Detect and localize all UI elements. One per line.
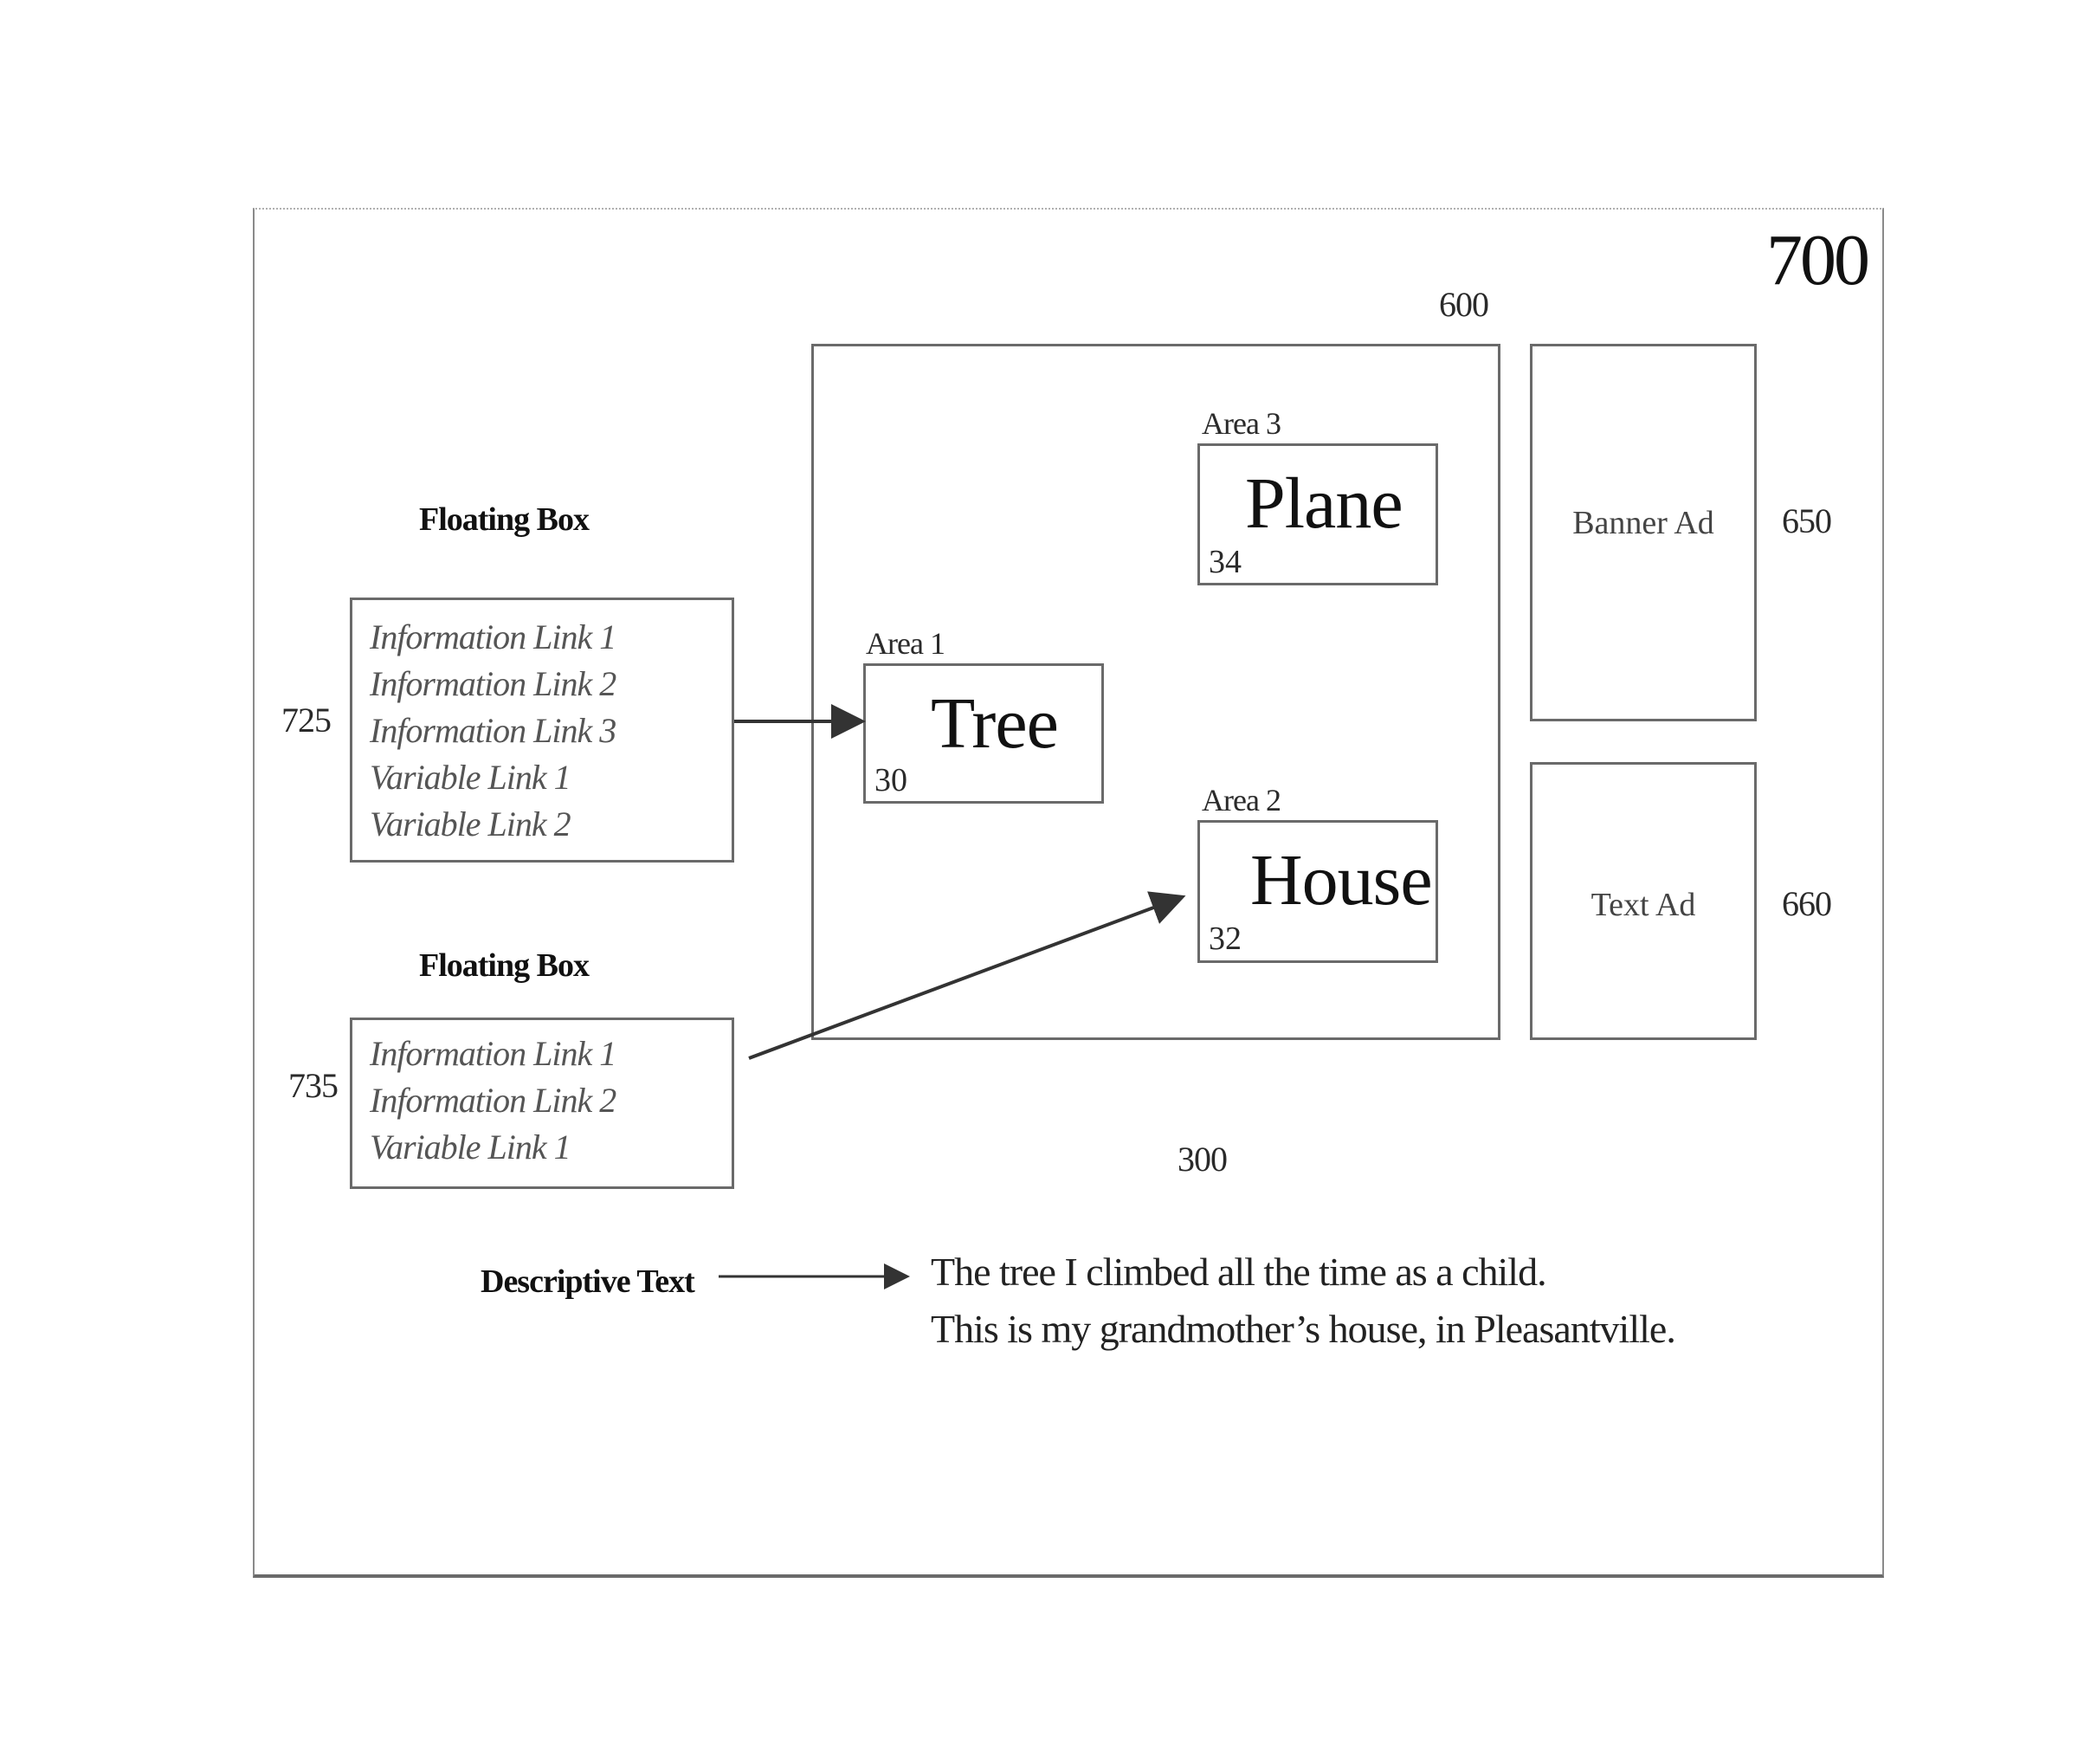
banner-ad-label: Banner Ad [1572,505,1714,541]
area-3-box[interactable]: Plane 34 [1197,443,1438,585]
ref-660: 660 [1782,884,1832,923]
area-1-word: Tree [931,683,1059,764]
area-3-word: Plane [1245,463,1403,544]
floating-box-725-link[interactable]: Information Link 1 [370,614,616,661]
floating-box-725-link[interactable]: Variable Link 2 [370,801,616,848]
floating-box-725-link[interactable]: Variable Link 1 [370,754,616,801]
floating-box-735-link[interactable]: Variable Link 1 [370,1124,616,1171]
ref-300: 300 [1178,1140,1228,1179]
area-2-label: Area 2 [1202,783,1281,817]
floating-box-735-link[interactable]: Information Link 2 [370,1077,616,1124]
floating-box-725-link[interactable]: Information Link 3 [370,708,616,754]
area-1-number: 30 [874,762,907,798]
area-1-label: Area 1 [866,626,945,661]
content-region-600: Area 3 Plane 34 Area 1 Tree 30 Area 2 Ho… [811,344,1500,1040]
area-2-word: House [1250,840,1433,921]
ref-600: 600 [1439,285,1489,324]
area-3-label: Area 3 [1202,406,1281,441]
area-3-number: 34 [1209,544,1242,580]
banner-ad-box[interactable]: Banner Ad [1530,344,1757,721]
area-2-box[interactable]: House 32 [1197,820,1438,963]
area-2-number: 32 [1209,921,1242,957]
ref-650: 650 [1782,501,1832,540]
ref-700: 700 [1766,220,1870,300]
ref-735: 735 [288,1066,339,1105]
descriptive-text-line-1: The tree I climbed all the time as a chi… [931,1250,1547,1294]
floating-box-735: Information Link 1 Information Link 2 Va… [350,1018,734,1189]
text-ad-label: Text Ad [1590,887,1696,923]
text-ad-box[interactable]: Text Ad [1530,762,1757,1040]
ref-725: 725 [281,701,332,740]
area-1-box[interactable]: Tree 30 [863,663,1104,804]
floating-box-725: Information Link 1 Information Link 2 In… [350,598,734,863]
descriptive-text-label: Descriptive Text [481,1263,695,1300]
floating-box-725-link[interactable]: Information Link 2 [370,661,616,708]
floating-box-735-title: Floating Box [419,947,590,984]
floating-box-735-link[interactable]: Information Link 1 [370,1031,616,1077]
floating-box-725-title: Floating Box [419,501,590,538]
descriptive-text-line-2: This is my grandmother’s house, in Pleas… [931,1307,1676,1351]
